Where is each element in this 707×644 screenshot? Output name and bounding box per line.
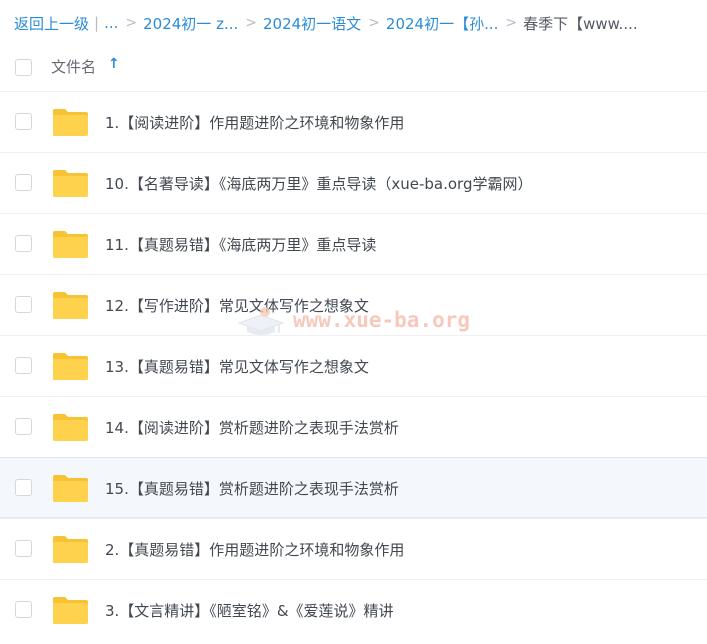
file-browser: 返回上一级 | ... > 2024初一 z... > 2024初一语文 > 2…	[0, 0, 707, 644]
watermark-logo-icon	[237, 307, 285, 335]
file-row[interactable]: 10.【名著导读】《海底两万里》重点导读（xue-ba.org学霸网）	[0, 152, 707, 213]
row-checkbox[interactable]	[15, 418, 32, 435]
column-header-filename[interactable]: 文件名	[51, 56, 96, 77]
row-checkbox[interactable]	[15, 296, 32, 313]
folder-icon	[52, 107, 89, 137]
file-row[interactable]: 3.【文言精讲】《陋室铭》&《爱莲说》精讲	[0, 579, 707, 640]
folder-icon	[52, 473, 89, 503]
folder-icon	[52, 351, 89, 381]
file-name[interactable]: 1.【阅读进阶】作用题进阶之环境和物象作用	[105, 112, 404, 133]
chevron-right-icon: >	[245, 15, 257, 31]
row-checkbox[interactable]	[15, 235, 32, 252]
back-link[interactable]: 返回上一级	[14, 13, 89, 34]
folder-icon	[52, 290, 89, 320]
file-row[interactable]: 15.【真题易错】赏析题进阶之表现手法赏析	[0, 457, 707, 518]
chevron-right-icon: >	[368, 15, 380, 31]
folder-icon	[52, 595, 89, 625]
folder-icon	[52, 229, 89, 259]
watermark-text: www.xue-ba.org	[293, 308, 471, 332]
list-header: 文件名 ↑	[0, 48, 707, 86]
file-row[interactable]: 1.【阅读进阶】作用题进阶之环境和物象作用	[0, 91, 707, 152]
file-name[interactable]: 13.【真题易错】常见文体写作之想象文	[105, 356, 369, 377]
breadcrumb-item[interactable]: 2024初一语文	[263, 13, 361, 34]
breadcrumb-separator: |	[94, 14, 100, 32]
breadcrumb-current: 春季下【www....	[523, 14, 638, 33]
chevron-right-icon: >	[125, 15, 138, 31]
file-name[interactable]: 10.【名著导读】《海底两万里》重点导读（xue-ba.org学霸网）	[105, 173, 532, 194]
folder-icon	[52, 412, 89, 442]
select-all-checkbox[interactable]	[15, 59, 32, 76]
file-row[interactable]: 2.【真题易错】作用题进阶之环境和物象作用	[0, 518, 707, 579]
row-checkbox[interactable]	[15, 601, 32, 618]
watermark: www.xue-ba.org	[235, 300, 470, 340]
row-checkbox[interactable]	[15, 357, 32, 374]
file-row[interactable]: 14.【阅读进阶】赏析题进阶之表现手法赏析	[0, 396, 707, 457]
row-checkbox[interactable]	[15, 174, 32, 191]
chevron-right-icon: >	[505, 15, 518, 31]
row-checkbox[interactable]	[15, 479, 32, 496]
breadcrumb: 返回上一级 | ... > 2024初一 z... > 2024初一语文 > 2…	[14, 11, 638, 35]
arrow-up-icon[interactable]: ↑	[108, 56, 120, 72]
folder-icon	[52, 534, 89, 564]
breadcrumb-ellipsis[interactable]: ...	[104, 14, 118, 32]
file-name[interactable]: 3.【文言精讲】《陋室铭》&《爱莲说》精讲	[105, 600, 394, 621]
file-name[interactable]: 15.【真题易错】赏析题进阶之表现手法赏析	[105, 478, 399, 499]
file-name[interactable]: 2.【真题易错】作用题进阶之环境和物象作用	[105, 539, 404, 560]
file-row[interactable]: 11.【真题易错】《海底两万里》重点导读	[0, 213, 707, 274]
row-checkbox[interactable]	[15, 113, 32, 130]
file-list: 1.【阅读进阶】作用题进阶之环境和物象作用 10.【名著导读】《海底两万里》重点导…	[0, 91, 707, 640]
folder-icon	[52, 168, 89, 198]
breadcrumb-item[interactable]: 2024初一【孙...	[386, 13, 498, 34]
file-name[interactable]: 11.【真题易错】《海底两万里》重点导读	[105, 234, 376, 255]
breadcrumb-item[interactable]: 2024初一 z...	[143, 13, 238, 34]
row-checkbox[interactable]	[15, 540, 32, 557]
file-name[interactable]: 14.【阅读进阶】赏析题进阶之表现手法赏析	[105, 417, 399, 438]
file-row[interactable]: 13.【真题易错】常见文体写作之想象文	[0, 335, 707, 396]
